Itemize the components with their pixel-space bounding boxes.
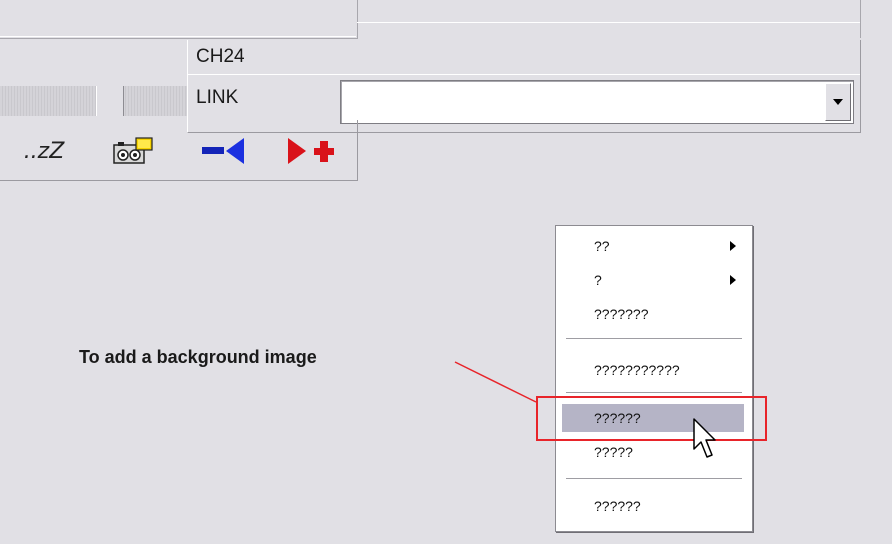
highlight-box [536, 396, 767, 441]
menu-item-3[interactable]: ??????? [562, 300, 744, 328]
chevron-right-icon [730, 275, 736, 285]
menu-item-4[interactable]: ??????????? [562, 356, 744, 384]
menu-separator [566, 478, 742, 479]
menu-item-label: ????? [594, 444, 633, 460]
cursor-icon [693, 418, 716, 458]
context-menu: ?? ? ??????? ??????????? ?????? ????? ??… [555, 225, 753, 532]
menu-separator [566, 338, 742, 339]
menu-item-label: ?????? [594, 498, 641, 514]
menu-item-label: ??????????? [594, 362, 680, 378]
menu-item-1[interactable]: ?? [562, 232, 744, 260]
callout-line [454, 361, 537, 403]
menu-item-label: ?? [594, 238, 610, 254]
menu-separator [566, 392, 742, 393]
menu-item-label: ? [594, 272, 602, 288]
menu-item-label: ??????? [594, 306, 649, 322]
chevron-right-icon [730, 241, 736, 251]
menu-item-7[interactable]: ?????? [562, 492, 744, 520]
menu-item-2[interactable]: ? [562, 266, 744, 294]
